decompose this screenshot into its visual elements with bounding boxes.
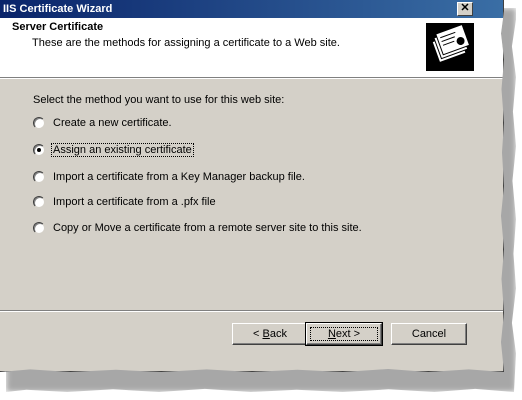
option-label[interactable]: Assign an existing certificate xyxy=(51,143,194,157)
back-prefix: < xyxy=(253,328,263,340)
option-assign-existing[interactable]: Assign an existing certificate xyxy=(33,142,194,158)
option-copy-move-remote[interactable]: Copy or Move a certificate from a remote… xyxy=(33,220,363,236)
page-subtitle: These are the methods for assigning a ce… xyxy=(32,37,340,49)
option-label[interactable]: Copy or Move a certificate from a remote… xyxy=(52,222,363,234)
next-mnemonic: N xyxy=(327,328,336,340)
radio-create-new[interactable] xyxy=(33,117,45,129)
option-import-key-manager[interactable]: Import a certificate from a Key Manager … xyxy=(33,169,306,185)
option-create-new[interactable]: Create a new certificate. xyxy=(33,115,173,131)
window-title: IIS Certificate Wizard xyxy=(3,3,113,15)
option-label[interactable]: Import a certificate from a .pfx file xyxy=(52,196,217,208)
footer-divider-highlight xyxy=(0,311,503,312)
certificate-icon xyxy=(426,23,474,71)
close-button[interactable]: ✕ xyxy=(457,2,473,16)
wizard-window: IIS Certificate Wizard ✕ Server Certific… xyxy=(0,0,504,372)
next-rest: ext > xyxy=(335,328,361,340)
option-label[interactable]: Import a certificate from a Key Manager … xyxy=(52,171,306,183)
close-icon: ✕ xyxy=(460,2,470,14)
option-import-pfx[interactable]: Import a certificate from a .pfx file xyxy=(33,194,217,210)
back-rest: ack xyxy=(269,328,287,340)
back-mnemonic: B xyxy=(262,328,270,340)
radio-assign-existing[interactable] xyxy=(33,144,45,156)
wizard-header: Server Certificate These are the methods… xyxy=(0,18,503,78)
method-prompt: Select the method you want to use for th… xyxy=(33,94,285,106)
page-title: Server Certificate xyxy=(12,21,104,33)
radio-import-pfx[interactable] xyxy=(33,196,45,208)
next-button[interactable]: Next > xyxy=(305,322,383,346)
option-label[interactable]: Create a new certificate. xyxy=(52,117,173,129)
title-bar[interactable]: IIS Certificate Wizard ✕ xyxy=(0,0,503,18)
cancel-button[interactable]: Cancel xyxy=(391,323,467,345)
header-divider xyxy=(0,78,503,79)
back-button[interactable]: < Back xyxy=(232,323,308,345)
radio-copy-move-remote[interactable] xyxy=(33,222,45,234)
radio-import-key-manager[interactable] xyxy=(33,171,45,183)
